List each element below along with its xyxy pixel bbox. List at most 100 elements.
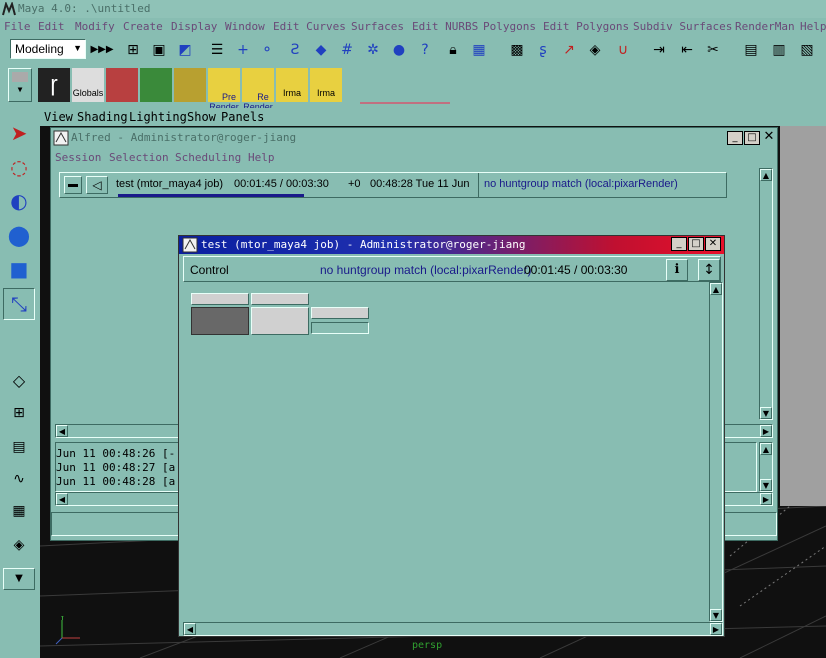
scroll-down-icon[interactable]: ▼ [760,407,772,419]
shelf-globals-button[interactable]: Globals [72,68,104,102]
scale-tool-icon[interactable]: ■ [3,254,35,286]
panel-menu-panels[interactable]: Panels [221,110,264,124]
output-ops-icon[interactable]: ⇤ [678,41,696,59]
menu-subdiv-surfaces[interactable]: Subdiv Surfaces [633,20,732,33]
task-node-active[interactable] [191,307,249,335]
shelf-irma-button[interactable]: Irma [276,68,308,102]
move-tool-icon[interactable]: ◐ [3,186,35,218]
panel-menu-view[interactable]: View [44,110,73,124]
alfred-menu-help[interactable]: Help [248,151,275,164]
close-icon[interactable]: ✕ [761,130,777,145]
layout-four-icon[interactable]: ⊞ [3,398,35,430]
select-object-icon[interactable]: ▣ [150,41,168,59]
task-node-empty[interactable] [311,322,369,334]
task-node[interactable] [251,293,309,305]
scroll-down-icon[interactable]: ▼ [710,609,722,621]
panel-menu-lighting[interactable]: Lighting [129,110,187,124]
menu-surfaces[interactable]: Surfaces [351,20,404,33]
alfred-vertical-scrollbar[interactable]: ▲ ▼ [759,168,773,420]
snap-curve-icon[interactable]: Ƨ [286,41,304,59]
job-collapse-button[interactable] [64,176,82,194]
list-icon[interactable]: ☰ [208,41,226,59]
render-globals-icon[interactable]: ▧ [798,41,816,59]
menu-file[interactable]: File [4,20,31,33]
layout-graph-icon[interactable]: ∿ [3,464,35,496]
plus-icon[interactable]: + [234,41,252,59]
task-node[interactable] [251,307,309,335]
info-button[interactable]: ℹ [666,259,688,281]
layout-menu-chevron-icon[interactable]: ▼ [3,568,35,590]
paint-tool-icon[interactable]: ↗ [560,41,578,59]
minimize-icon[interactable]: _ [727,131,743,145]
help-icon[interactable]: ? [416,41,434,59]
scroll-right-icon[interactable]: ▶ [760,493,772,505]
grid-render-icon[interactable]: ▩ [508,41,526,59]
menu-edit-polygons[interactable]: Edit Polygons [543,20,629,33]
snap-view-icon[interactable]: ✲ [364,41,382,59]
close-icon[interactable]: ✕ [705,237,721,251]
mode-dropdown[interactable]: Modeling ▼ [10,39,86,59]
layout-dope-icon[interactable]: ◈ [3,530,35,562]
input-ops-icon[interactable]: ⇥ [650,41,668,59]
renderman-logo-button[interactable]: ɼ [38,68,70,102]
menu-polygons[interactable]: Polygons [483,20,536,33]
menu-renderman[interactable]: RenderMan [735,20,795,33]
sphere-icon[interactable]: ● [390,41,408,59]
select-component-icon[interactable]: ◩ [176,41,194,59]
shelf-hand-icon[interactable] [174,68,206,102]
menu-edit-nurbs[interactable]: Edit NURBS [412,20,478,33]
scroll-right-icon[interactable]: ▶ [760,425,772,437]
log-vertical-scrollbar[interactable]: ▲ ▼ [759,442,773,492]
scroll-down-icon[interactable]: ▼ [760,479,772,491]
expand-vertical-button[interactable]: ↕ [698,259,720,281]
render-frame-icon[interactable]: ▤ [742,41,760,59]
menu-help[interactable]: Help [800,20,826,33]
rotate-tool-icon[interactable]: ⬤ [3,220,35,252]
lasso-tool-icon[interactable]: ◌ [3,152,35,184]
scroll-left-icon[interactable]: ◀ [184,623,196,635]
shelf-irma-button-2[interactable]: Irma [310,68,342,102]
collapse-arrows-icon[interactable]: ▶▶▶ [90,41,114,59]
shelf-menu-button[interactable]: ▼ [8,68,32,102]
scroll-up-icon[interactable]: ▲ [760,169,772,181]
layout-single-icon[interactable]: ◇ [3,366,35,398]
menu-create[interactable]: Create [123,20,163,33]
scroll-right-icon[interactable]: ▶ [710,623,722,635]
scroll-left-icon[interactable]: ◀ [56,493,68,505]
curve-tool-icon[interactable]: ʂ [534,41,552,59]
scroll-up-icon[interactable]: ▲ [710,283,722,295]
magnet-icon[interactable]: ∪ [614,41,632,59]
alfred-menu-selection[interactable]: Selection [109,151,169,164]
snap-grid-icon[interactable]: # [338,41,356,59]
shelf-rerender-button[interactable]: Re Render [242,68,274,112]
layout-hypergraph-icon[interactable]: ▦ [3,496,35,528]
alfred-menu-session[interactable]: Session [55,151,101,164]
manipulator-tool-icon[interactable]: ⤡ [3,288,35,320]
job-detail-horizontal-scrollbar[interactable]: ◀ ▶ [183,622,723,636]
menu-modify[interactable]: Modify [75,20,115,33]
task-node[interactable] [311,307,369,319]
snap-points-icon[interactable]: ⚬ [258,41,276,59]
menu-edit-curves[interactable]: Edit Curves [273,20,346,33]
select-hierarchy-icon[interactable]: ⊞ [124,41,142,59]
task-node[interactable] [191,293,249,305]
panel-menu-shading[interactable]: Shading [77,110,128,124]
job-detail-vertical-scrollbar[interactable]: ▲ ▼ [709,282,723,622]
render-icon[interactable]: ✂ [704,41,722,59]
alfred-menu-scheduling[interactable]: Scheduling [175,151,241,164]
menu-window[interactable]: Window [225,20,265,33]
maximize-icon[interactable]: □ [688,237,704,251]
shelf-pool-icon[interactable] [106,68,138,102]
lock-icon[interactable]: 🔒︎ [444,41,462,59]
job-row[interactable]: ◁ test (mtor_maya4 job) 00:01:45 / 00:03… [59,172,727,198]
mesh-tool-icon[interactable]: ◈ [586,41,604,59]
select-tool-icon[interactable]: ➤ [3,118,35,150]
menu-display[interactable]: Display [171,20,217,33]
scroll-left-icon[interactable]: ◀ [56,425,68,437]
scroll-up-icon[interactable]: ▲ [760,443,772,455]
control-label[interactable]: Control [190,263,229,277]
job-expand-button[interactable]: ◁ [86,176,108,194]
select-lock-icon[interactable]: ▦ [470,41,488,59]
minimize-icon[interactable]: _ [671,237,687,251]
shelf-eye-icon[interactable] [140,68,172,102]
